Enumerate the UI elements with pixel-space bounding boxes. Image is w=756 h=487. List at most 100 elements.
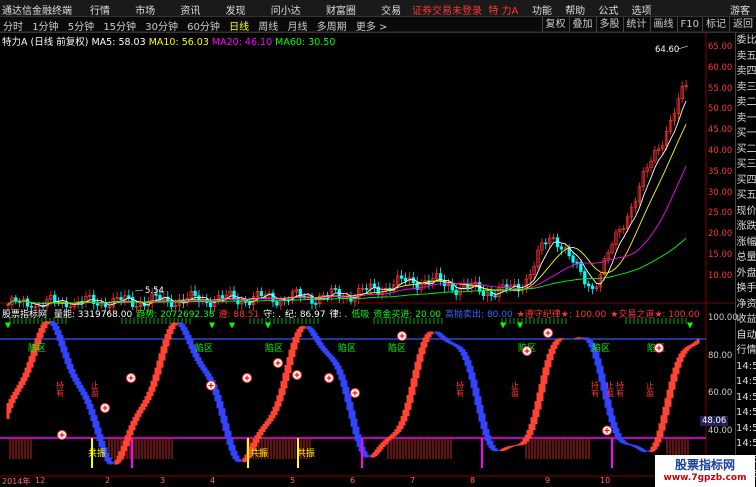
candle-body <box>575 261 579 264</box>
price-tick-0: 65.00 <box>708 42 733 52</box>
time-tick-8: 8 <box>470 476 476 485</box>
quote-panel-item-23[interactable]: 14:5 <box>736 390 756 406</box>
zone-label: 陷区 <box>28 342 46 354</box>
quote-panel-item-13[interactable]: 涨幅 <box>736 235 756 251</box>
candle-body <box>544 242 548 245</box>
quote-panel-item-16[interactable]: 换手 <box>736 281 756 297</box>
candle-body <box>53 294 57 302</box>
indicator-header: 股票指标网 量能: 3319768.00 趋势: 2072692.38 遵: 88.… <box>2 307 704 320</box>
price-tick-8: 25.00 <box>708 208 733 219</box>
time-tick-1: 12 <box>35 476 46 485</box>
zone-label: 陷区 <box>338 342 356 354</box>
quote-panel-item-10[interactable]: 买五 <box>736 188 756 204</box>
quote-panel-item-24[interactable]: 14:5 <box>736 405 756 421</box>
kline-chart[interactable]: 64.605.54陷区陷区陷区陷区陷区陷区陷区陷区共振共振共振持有止盈持有止盈持… <box>0 0 735 487</box>
resonance-label: 共振 <box>250 447 268 459</box>
quote-panel-item-2[interactable]: 卖四 <box>736 64 756 80</box>
down-arrow <box>687 322 693 329</box>
quote-panel-item-5[interactable]: 卖一 <box>736 111 756 127</box>
candle-body <box>571 255 575 263</box>
indicator-value-3: 守: . <box>263 310 281 320</box>
quote-panel-item-20[interactable]: 行情 <box>736 343 756 359</box>
quote-panel-item-14[interactable]: 总量 <box>736 250 756 266</box>
time-tick-10: 10 <box>600 476 611 485</box>
quote-panel-item-26[interactable]: 14:5 <box>736 436 756 452</box>
candle-body <box>25 298 30 307</box>
hold-label: 持有 <box>56 380 65 398</box>
zone-label: 陷区 <box>265 342 283 354</box>
candle-body <box>399 275 404 279</box>
indicator-current-value: 48.06 <box>700 416 729 426</box>
price-tick-6: 35.00 <box>708 166 733 177</box>
time-tick-2: 2 <box>105 476 111 485</box>
candle-body <box>403 277 408 282</box>
quote-panel-item-4[interactable]: 卖二 <box>736 95 756 111</box>
quote-panel-item-11[interactable]: 现价 <box>736 204 756 220</box>
candle-body <box>127 295 131 298</box>
zone-label: 陷区 <box>195 342 213 354</box>
quote-panel-item-22[interactable]: 14:5 <box>736 374 756 390</box>
time-tick-5: 5 <box>290 476 296 485</box>
ma60-value: MA60: 30.50 <box>275 37 336 48</box>
indicator-value-2: 遵: 88.51 <box>218 310 260 320</box>
resonance-label: 共振 <box>297 447 315 459</box>
time-tick-0: 2014年 <box>2 477 31 486</box>
quote-panel-item-18[interactable]: 收益 <box>736 312 756 328</box>
candle-body <box>314 303 318 305</box>
candle-body <box>505 284 509 289</box>
indicator-value-8: 高抛卖出: 80.00 <box>445 310 513 320</box>
quote-panel-item-6[interactable]: 买一 <box>736 126 756 142</box>
hold-label: 止盈 <box>606 380 615 397</box>
indicator-value-5: 律: . <box>329 310 348 320</box>
down-arrow <box>229 322 235 329</box>
quote-panel-item-1[interactable]: 卖五 <box>736 49 756 65</box>
down-arrow <box>265 322 271 329</box>
indicator-value-0: 量能: 3319768.00 <box>53 310 133 320</box>
ma10-value: MA10: 56.03 <box>148 37 209 48</box>
hold-label: 持有 <box>456 380 465 398</box>
indicator-name: 股票指标网 <box>2 310 48 320</box>
time-axis: 2014年12234567891011 <box>0 476 710 487</box>
candle-body <box>590 285 595 289</box>
quote-panel-item-9[interactable]: 买四 <box>736 173 756 189</box>
indicator-tick-0: 100.00 <box>708 313 738 323</box>
quote-panel-item-19[interactable]: 自动 <box>736 328 756 344</box>
quote-panel-item-25[interactable]: 14:5 <box>736 421 756 437</box>
price-tick-10: 15.00 <box>708 250 733 260</box>
indicator-value-4: 纪: 86.97 <box>284 310 326 320</box>
hold-label: 持有 <box>591 380 600 398</box>
indicator-tick-3: 40.00 <box>708 425 733 436</box>
candle-body <box>587 283 591 287</box>
candle-body <box>275 301 279 306</box>
quote-panel-item-7[interactable]: 买二 <box>736 142 756 158</box>
candle-body <box>259 291 263 297</box>
hold-label: 止盈 <box>646 380 655 397</box>
candle-body <box>372 283 376 288</box>
quote-panel-item-3[interactable]: 卖三 <box>736 80 756 96</box>
high-price-label: 64.60 <box>655 45 679 55</box>
quote-panel-item-17[interactable]: 净资 <box>736 297 756 313</box>
price-tick-2: 55.00 <box>708 83 733 94</box>
candle-body <box>583 271 587 285</box>
candle-body <box>193 290 197 297</box>
main-chart-header: 特力A (日线 前复权) MA5: 58.03 MA10: 56.03 MA20… <box>2 34 335 48</box>
price-tick-1: 60.00 <box>708 62 733 73</box>
quote-panel-item-12[interactable]: 涨跌 <box>736 219 756 235</box>
resonance-label: 共振 <box>88 447 106 459</box>
price-tick-5: 40.00 <box>708 146 733 156</box>
quote-panel-item-21[interactable]: 14:5 <box>736 359 756 375</box>
candle-body <box>559 246 564 250</box>
down-arrow <box>500 322 506 329</box>
quote-panel-item-8[interactable]: 买三 <box>736 157 756 173</box>
quote-panel-item-15[interactable]: 外盘 <box>736 266 756 282</box>
candle-body <box>450 284 454 291</box>
time-tick-3: 3 <box>160 476 166 485</box>
down-arrow <box>209 322 215 329</box>
quote-panel-item-0[interactable]: 委比 <box>736 33 756 49</box>
quote-panel: 委比 卖五 卖四 卖三 卖二 卖一 买一 买二 买三 买四 买五 现价 涨跌 涨幅 总量 外盘 换手 净资 收益 自动… <box>735 33 756 487</box>
price-tick-11: 10.00 <box>708 270 733 281</box>
candle-body <box>119 297 123 301</box>
zone-label: 陷区 <box>592 342 610 354</box>
low-price-label: 5.54 <box>145 286 164 296</box>
hold-label: 止盈 <box>511 380 520 397</box>
